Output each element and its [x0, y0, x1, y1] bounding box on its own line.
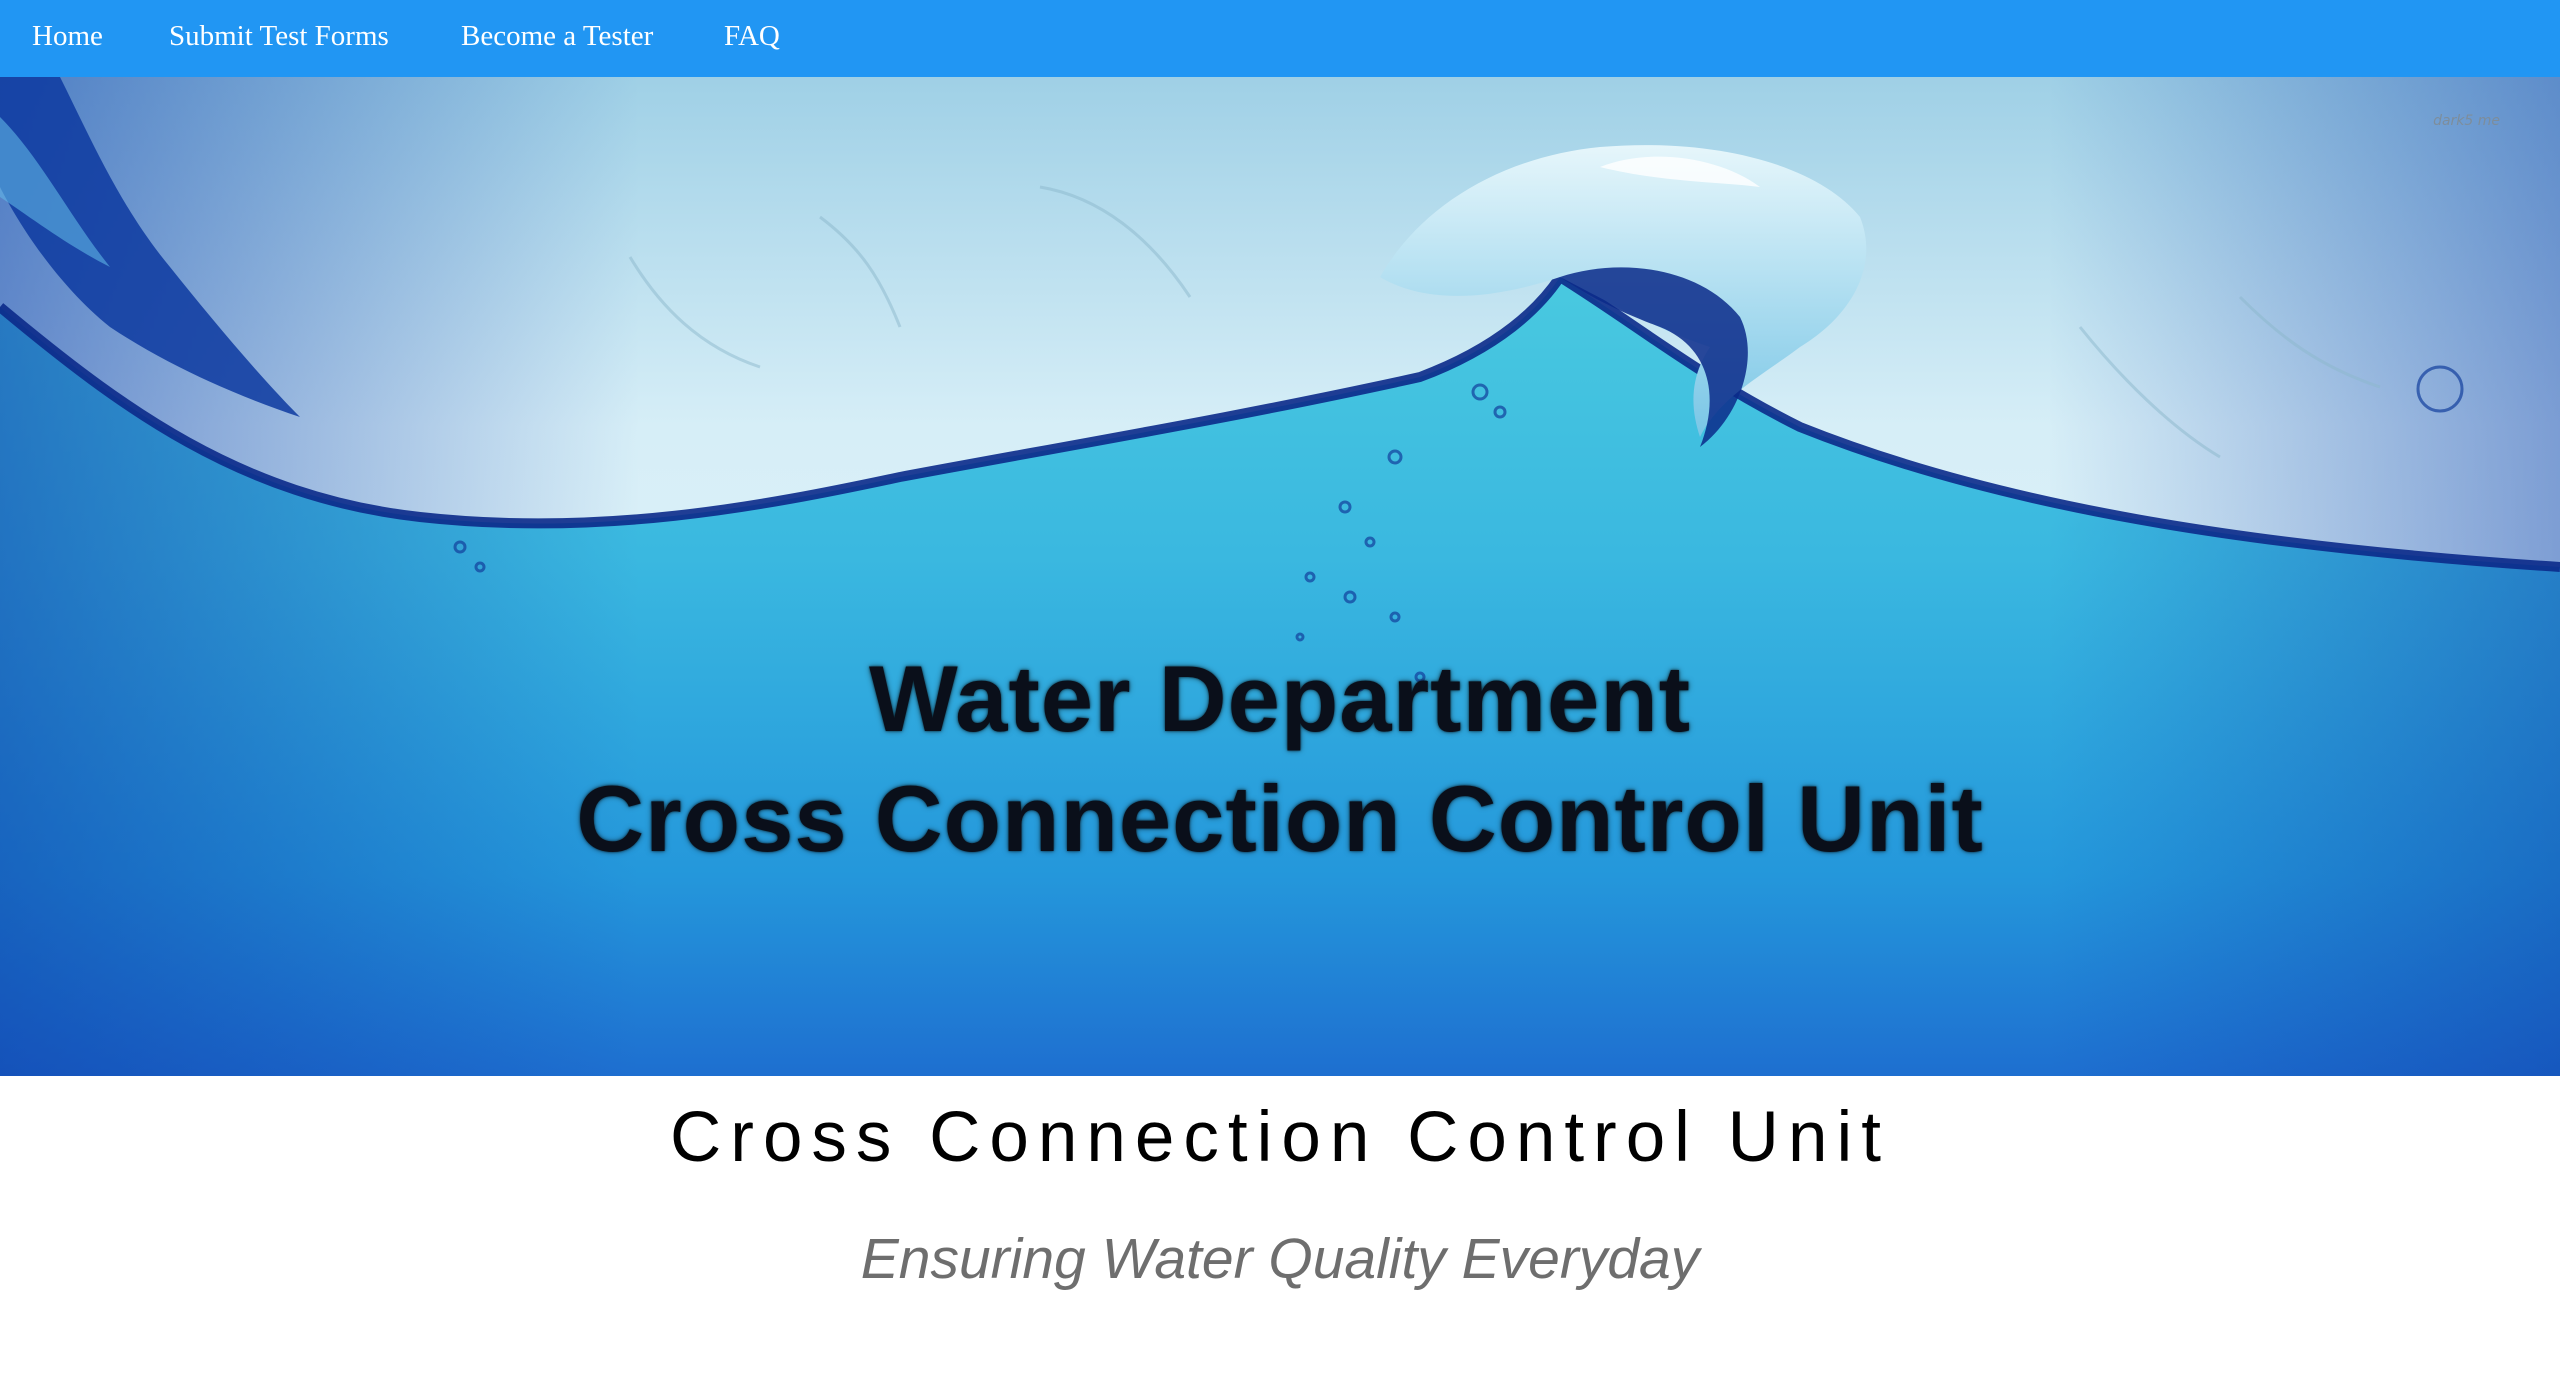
- hero-banner: dark5 me Water Department Cross Connecti…: [0, 77, 2560, 1076]
- image-watermark: dark5 me: [2433, 113, 2500, 129]
- top-navbar: Home Submit Test Forms Become a Tester F…: [0, 0, 2560, 77]
- nav-home-link[interactable]: Home: [32, 0, 103, 72]
- hero-title-line2: Cross Connection Control Unit: [576, 766, 1984, 871]
- page-tagline: Ensuring Water Quality Everyday: [860, 1227, 1700, 1291]
- page-title: Cross Connection Control Unit: [670, 1098, 1890, 1177]
- nav-submit-test-forms-link[interactable]: Submit Test Forms: [169, 0, 389, 72]
- nav-become-a-tester-link[interactable]: Become a Tester: [461, 0, 653, 72]
- hero-title-line1: Water Department: [868, 646, 1692, 751]
- water-wave-image: [0, 77, 2560, 1076]
- nav-faq-link[interactable]: FAQ: [724, 0, 780, 72]
